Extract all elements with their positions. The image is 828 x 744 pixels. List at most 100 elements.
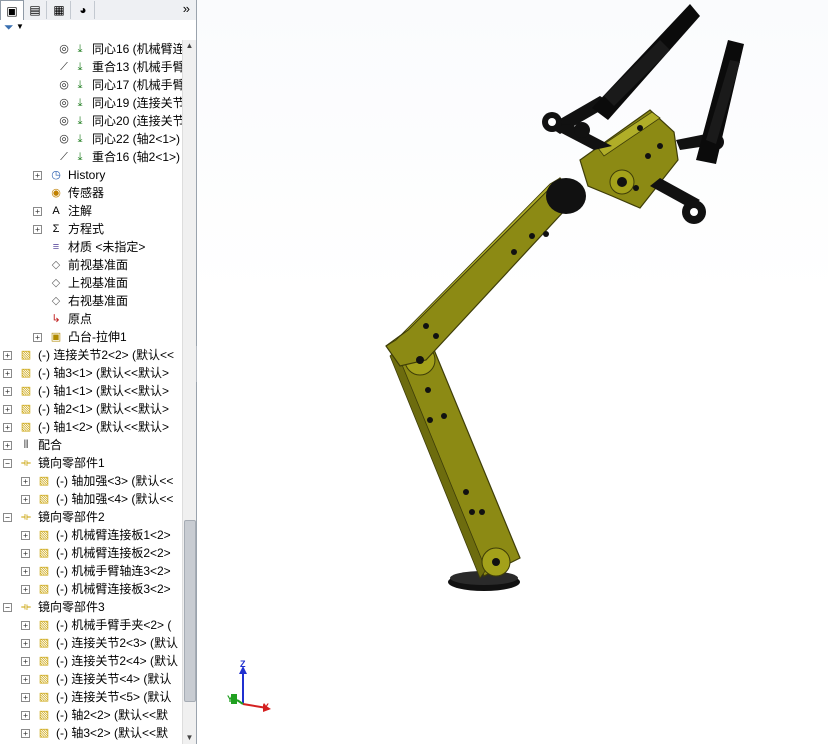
tree-item[interactable]: ◎ ⤓ 同心16 (机械臂连接 (0, 40, 182, 58)
tree-item[interactable]: + ▧ (-) 连接关节2<4> (默认 (0, 652, 182, 670)
tree-item[interactable]: − ⟛ 镜向零部件3 (0, 598, 182, 616)
expand-icon[interactable]: + (21, 729, 30, 738)
tree-item[interactable]: ◇ 上视基准面 (0, 274, 182, 292)
tree-item[interactable]: + ▧ (-) 轴加强<3> (默认<< (0, 472, 182, 490)
expand-icon[interactable]: + (3, 351, 12, 360)
tree-item[interactable]: ⟋ ⤓ 重合13 (机械手臂 (0, 58, 182, 76)
tree-item[interactable]: ⟋ ⤓ 重合16 (轴2<1>) (0, 148, 182, 166)
tree-item[interactable]: + ▧ (-) 机械臂连接板1<2> (0, 526, 182, 544)
scroll-thumb[interactable] (184, 520, 196, 702)
expand-icon[interactable]: + (3, 405, 12, 414)
mate-arrow-icon: ⤓ (77, 79, 83, 91)
scroll-up-icon[interactable]: ▲ (183, 40, 196, 52)
expand-icon[interactable]: + (21, 711, 30, 720)
plane-icon: ◇ (51, 295, 61, 307)
expand-icon[interactable]: + (33, 333, 42, 342)
collapse-icon[interactable]: − (3, 513, 12, 522)
tree-item[interactable]: ↳ 原点 (0, 310, 182, 328)
tree-item[interactable]: ◉ 传感器 (0, 184, 182, 202)
feature-tree: ◎ ⤓ 同心16 (机械臂连接 ⟋ ⤓ 重合13 (机械手臂 ◎ ⤓ 同心17 (机械手臂 ◎ ⤓ 同… (0, 40, 182, 744)
expand-icon[interactable]: + (21, 531, 30, 540)
expand-icon[interactable]: + (33, 225, 42, 234)
tree-item-label: 同心19 (连接关节 (92, 96, 182, 110)
tree-item[interactable]: ◇ 前视基准面 (0, 256, 182, 274)
expand-icon[interactable]: + (21, 495, 30, 504)
mirror-icon: ⟛ (21, 457, 31, 469)
tree-item[interactable]: + ▧ (-) 轴1<1> (默认<<默认> (0, 382, 182, 400)
display-manager-tab-icon[interactable]: ◕ (72, 1, 95, 19)
expand-icon[interactable]: + (21, 657, 30, 666)
tree-item[interactable]: − ⟛ 镜向零部件2 (0, 508, 182, 526)
part-icon: ▧ (38, 565, 50, 577)
tree-item[interactable]: + ▧ (-) 轴3<2> (默认<<默 (0, 724, 182, 742)
expand-icon[interactable]: + (21, 621, 30, 630)
tree-item[interactable]: + ▧ (-) 连接关节2<2> (默认<< (0, 346, 182, 364)
tree-item[interactable]: + A 注解 (0, 202, 182, 220)
tree-item[interactable]: ◇ 右视基准面 (0, 292, 182, 310)
expand-icon[interactable]: + (21, 675, 30, 684)
filter-dropdown-icon[interactable]: ▼ (16, 22, 24, 31)
sensor-icon: ◉ (51, 187, 61, 199)
expand-icon[interactable]: + (3, 387, 12, 396)
tree-scrollbar[interactable]: ▲ ▼ (182, 40, 196, 744)
tree-item[interactable]: + Σ 方程式 (0, 220, 182, 238)
filter-icon[interactable]: ⏷ (4, 20, 14, 35)
part-icon: ▧ (38, 709, 50, 721)
triad-x-label: X (263, 702, 270, 712)
tree-item[interactable]: + ▧ (-) 机械手臂手夹<2> ( (0, 616, 182, 634)
expand-icon[interactable]: + (21, 693, 30, 702)
collapse-icon[interactable]: − (3, 459, 12, 468)
tree-item-label: 上视基准面 (68, 276, 129, 290)
expand-icon[interactable]: + (21, 567, 30, 576)
expand-icon[interactable]: + (21, 585, 30, 594)
expand-icon[interactable]: + (21, 639, 30, 648)
tree-item[interactable]: + ▧ (-) 连接关节2<3> (默认 (0, 634, 182, 652)
tree-item-label: 镜向零部件3 (38, 600, 105, 614)
tree-item-label: (-) 机械手臂轴连3<2> (56, 564, 171, 578)
expand-icon[interactable]: + (3, 441, 12, 450)
tree-item[interactable]: + ▧ (-) 机械手臂轴连3<2> (0, 562, 182, 580)
property-manager-tab-icon[interactable]: ▤ (24, 1, 47, 19)
tree-item[interactable]: ◎ ⤓ 同心19 (连接关节 (0, 94, 182, 112)
tree-item[interactable]: − ⟛ 镜向零部件1 (0, 454, 182, 472)
tree-item[interactable]: ◎ ⤓ 同心17 (机械手臂 (0, 76, 182, 94)
graphics-viewport[interactable]: Z Y X (197, 0, 828, 744)
tree-item[interactable]: + ▧ (-) 轴加强<4> (默认<< (0, 490, 182, 508)
expand-icon[interactable]: + (3, 423, 12, 432)
tree-item[interactable]: + ▧ (-) 机械臂连接板2<2> (0, 544, 182, 562)
part-icon: ▧ (20, 367, 32, 379)
tree-item[interactable]: ◎ ⤓ 同心20 (连接关节 (0, 112, 182, 130)
tree-item-label: 同心20 (连接关节 (92, 114, 182, 128)
tree-item[interactable]: + ◷ History (0, 166, 182, 184)
more-tabs-icon[interactable]: » (183, 0, 190, 18)
robot-arm-model[interactable] (197, 0, 828, 744)
tree-item[interactable]: + ▧ (-) 轴2<2> (默认<<默 (0, 706, 182, 724)
tree-item[interactable]: + ▣ 凸台-拉伸1 (0, 328, 182, 346)
tree-item[interactable]: + ▧ (-) 连接关节<4> (默认 (0, 670, 182, 688)
tree-item[interactable]: + ▧ (-) 轴2<1> (默认<<默认> (0, 400, 182, 418)
expand-icon[interactable]: + (21, 549, 30, 558)
configuration-manager-tab-icon[interactable]: ▦ (48, 1, 71, 19)
expand-icon[interactable]: + (3, 369, 12, 378)
triad-z-label: Z (240, 659, 246, 669)
tree-item[interactable]: + ▧ (-) 连接关节<5> (默认 (0, 688, 182, 706)
part-icon: ▧ (38, 475, 50, 487)
tree-item[interactable]: ≡ 材质 <未指定> (0, 238, 182, 256)
concentric-icon: ◎ (59, 43, 69, 55)
scroll-down-icon[interactable]: ▼ (183, 732, 196, 744)
tree-item-label: (-) 轴1<2> (默认<<默认> (38, 420, 170, 434)
tree-item[interactable]: + ⫴ 配合 (0, 436, 182, 454)
part-icon: ▧ (38, 655, 50, 667)
expand-icon[interactable]: + (33, 171, 42, 180)
tree-item[interactable]: + ▧ (-) 轴3<1> (默认<<默认> (0, 364, 182, 382)
tree-item[interactable]: + ▧ (-) 轴1<2> (默认<<默认> (0, 418, 182, 436)
tree-item-label: 同心16 (机械臂连接 (92, 42, 182, 56)
expand-icon[interactable]: + (33, 207, 42, 216)
equation-icon: Σ (52, 223, 60, 235)
tree-item[interactable]: + ▧ (-) 机械臂连接板3<2> (0, 580, 182, 598)
feature-manager-tab-icon[interactable]: ▣ (0, 0, 24, 21)
collapse-icon[interactable]: − (3, 603, 12, 612)
tree-item-label: 配合 (38, 438, 63, 452)
tree-item[interactable]: ◎ ⤓ 同心22 (轴2<1>) (0, 130, 182, 148)
expand-icon[interactable]: + (21, 477, 30, 486)
